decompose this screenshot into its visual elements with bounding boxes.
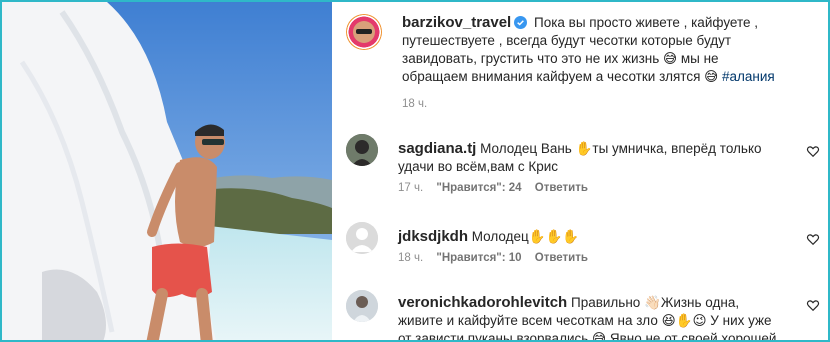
- post-photo: [2, 2, 332, 340]
- post-meta: 18 ч.: [402, 98, 437, 110]
- comment-text: Молодец✋✋✋: [471, 229, 580, 244]
- post-time[interactable]: 18 ч.: [402, 98, 427, 110]
- comment-username[interactable]: sagdiana.tj: [398, 140, 476, 157]
- post-caption-block: barzikov_travel Пока вы просто живете , …: [346, 12, 820, 112]
- comment-body: jdksdjkdh Молодец✋✋✋: [398, 228, 784, 246]
- post-media[interactable]: [2, 2, 332, 340]
- avatar-photo: [346, 134, 378, 166]
- commenter-avatar[interactable]: [346, 290, 378, 322]
- commenter-avatar[interactable]: [346, 134, 378, 166]
- heart-icon[interactable]: [806, 144, 820, 158]
- post-author-username[interactable]: barzikov_travel: [402, 14, 511, 31]
- comment-body: veronichkadorohlevitch Правильно 👋🏻Жизнь…: [398, 294, 784, 340]
- post-hashtag[interactable]: #алания: [722, 69, 775, 84]
- comment-meta: 17 ч. "Нравится": 24 Ответить: [398, 182, 598, 194]
- comment-time[interactable]: 18 ч.: [398, 252, 423, 264]
- author-avatar[interactable]: [346, 14, 382, 50]
- avatar-face: [353, 21, 375, 43]
- heart-icon[interactable]: [806, 298, 820, 312]
- comment-username[interactable]: jdksdjkdh: [398, 228, 468, 245]
- comment-item: jdksdjkdh Молодец✋✋✋ 18 ч. "Нравится": 1…: [346, 222, 820, 272]
- avatar-photo: [346, 290, 378, 322]
- reply-button[interactable]: Ответить: [535, 182, 588, 194]
- comment-body: sagdiana.tj Молодец Вань ✋ты умничка, вп…: [398, 140, 784, 176]
- comment-likes[interactable]: "Нравится": 10: [436, 252, 521, 264]
- comment-time[interactable]: 17 ч.: [398, 182, 423, 194]
- post-frame: barzikov_travel Пока вы просто живете , …: [0, 0, 830, 342]
- default-avatar-icon: [346, 222, 378, 254]
- comment-likes[interactable]: "Нравится": 24: [436, 182, 521, 194]
- heart-icon[interactable]: [806, 232, 820, 246]
- comment-item: veronichkadorohlevitch Правильно 👋🏻Жизнь…: [346, 290, 820, 340]
- reply-button[interactable]: Ответить: [535, 252, 588, 264]
- verified-icon: [514, 16, 528, 29]
- comments-panel: barzikov_travel Пока вы просто живете , …: [332, 2, 828, 340]
- comment-item: sagdiana.tj Молодец Вань ✋ты умничка, вп…: [346, 134, 820, 204]
- post-caption: barzikov_travel Пока вы просто живете , …: [402, 14, 784, 86]
- commenter-avatar[interactable]: [346, 222, 378, 254]
- comment-meta: 18 ч. "Нравится": 10 Ответить: [398, 252, 598, 264]
- comment-username[interactable]: veronichkadorohlevitch: [398, 294, 567, 311]
